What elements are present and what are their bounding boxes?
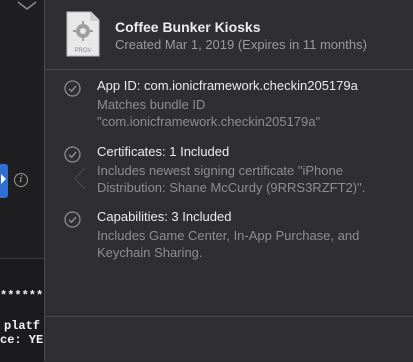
- stepper-tab[interactable]: [0, 164, 8, 198]
- popover-arrow: [73, 167, 96, 190]
- console-area: ********* platf ce: YE: [0, 258, 65, 362]
- profile-created: Created Mar 1, 2019 (Expires in 11 month…: [115, 37, 367, 52]
- item-heading: Certificates: 1 Included: [97, 144, 230, 159]
- check-circle-icon: [64, 80, 81, 97]
- item-description: Matches bundle ID "com.ionicframework.ch…: [97, 97, 321, 129]
- divider: [45, 316, 413, 317]
- chevron-icon: [17, 1, 37, 10]
- item-heading: App ID: com.ionicframework.checkin205179…: [97, 78, 358, 93]
- provisioning-profile-popover: PROV Coffee Bunker Kiosks Created Mar 1,…: [44, 0, 413, 361]
- info-icon[interactable]: i: [14, 173, 28, 187]
- divider: [45, 69, 413, 70]
- check-circle-icon: [64, 211, 81, 228]
- file-icon-label: PROV: [74, 48, 91, 54]
- background-window: i ********* platf ce: YE: [0, 0, 65, 362]
- console-line: ce: YE: [0, 333, 44, 347]
- console-line: platf: [4, 319, 41, 333]
- profile-title: Coffee Bunker Kiosks: [115, 19, 261, 35]
- provisioning-file-icon: PROV: [66, 11, 100, 57]
- item-description: Includes Game Center, In-App Purchase, a…: [97, 228, 360, 260]
- check-circle-icon: [64, 146, 81, 163]
- item-heading: Capabilities: 3 Included: [97, 209, 232, 224]
- item-description: Includes newest signing certificate "iPh…: [97, 163, 366, 195]
